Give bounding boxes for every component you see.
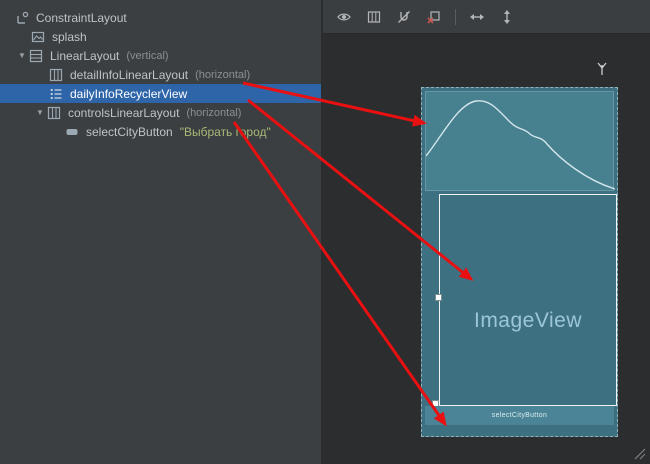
recycler-view-icon bbox=[48, 86, 64, 102]
image-icon bbox=[30, 29, 46, 45]
daily-info-recyclerview-selection[interactable] bbox=[439, 194, 617, 406]
tree-item-text-value: "Выбрать город" bbox=[180, 125, 271, 139]
tree-item-dailyinforecyclerview[interactable]: dailyInfoRecyclerView bbox=[0, 84, 321, 103]
linear-layout-horizontal-icon bbox=[48, 67, 64, 83]
design-panel: ImageView selectCityButton bbox=[323, 0, 650, 464]
tree-item-linearlayout[interactable]: ▼ LinearLayout (vertical) bbox=[0, 46, 321, 65]
autoconnect-off-icon[interactable] bbox=[393, 6, 415, 28]
device-preview[interactable]: ImageView selectCityButton bbox=[421, 87, 618, 437]
tree-item-label: dailyInfoRecyclerView bbox=[70, 87, 187, 101]
tree-item-splash[interactable]: splash bbox=[0, 27, 321, 46]
design-toolbar bbox=[323, 0, 650, 34]
select-city-button-preview[interactable]: selectCityButton bbox=[425, 406, 614, 425]
tree-item-label: controlsLinearLayout bbox=[68, 106, 179, 120]
constraint-layout-icon bbox=[14, 10, 30, 26]
design-surface[interactable]: ImageView selectCityButton bbox=[323, 35, 650, 464]
linear-layout-horizontal-icon bbox=[46, 105, 62, 121]
blueprint-mode-icon[interactable] bbox=[363, 6, 385, 28]
pan-vertical-icon[interactable] bbox=[496, 6, 518, 28]
tree-item-suffix: (vertical) bbox=[126, 50, 168, 62]
selection-handle-left[interactable] bbox=[435, 294, 442, 301]
tree-item-detailinfolinearlayout[interactable]: detailInfoLinearLayout (horizontal) bbox=[0, 65, 321, 84]
antenna-icon[interactable] bbox=[594, 61, 610, 77]
component-tree-panel: ConstraintLayout splash ▼ LinearLayout (… bbox=[0, 0, 322, 464]
expander-chevron-icon[interactable]: ▼ bbox=[16, 46, 28, 65]
tree-item-constraintlayout[interactable]: ConstraintLayout bbox=[0, 8, 321, 27]
tree-item-selectcitybutton[interactable]: selectCityButton "Выбрать город" bbox=[0, 122, 321, 141]
wave-graphic bbox=[426, 92, 615, 190]
tree-item-label: detailInfoLinearLayout bbox=[70, 68, 188, 82]
tree-item-label: selectCityButton bbox=[86, 125, 173, 139]
resize-grip[interactable] bbox=[631, 445, 647, 461]
component-tree: ConstraintLayout splash ▼ LinearLayout (… bbox=[0, 0, 321, 141]
expander-chevron-icon[interactable]: ▼ bbox=[34, 103, 46, 122]
tree-item-label: ConstraintLayout bbox=[36, 11, 127, 25]
imageview-placeholder[interactable]: ImageView bbox=[439, 309, 617, 333]
pan-horizontal-icon[interactable] bbox=[466, 6, 488, 28]
tree-item-suffix: (horizontal) bbox=[195, 69, 250, 81]
tree-item-label: splash bbox=[52, 30, 87, 44]
detail-info-linear-layout-preview[interactable] bbox=[425, 91, 614, 191]
tree-item-label: LinearLayout bbox=[50, 49, 119, 63]
tree-item-controlslinearlayout[interactable]: ▼ controlsLinearLayout (horizontal) bbox=[0, 103, 321, 122]
tree-item-suffix: (horizontal) bbox=[186, 107, 241, 119]
toolbar-separator bbox=[455, 9, 456, 25]
view-options-icon[interactable] bbox=[333, 6, 355, 28]
linear-layout-vertical-icon bbox=[28, 48, 44, 64]
button-icon bbox=[64, 124, 80, 140]
clear-constraints-icon[interactable] bbox=[423, 6, 445, 28]
